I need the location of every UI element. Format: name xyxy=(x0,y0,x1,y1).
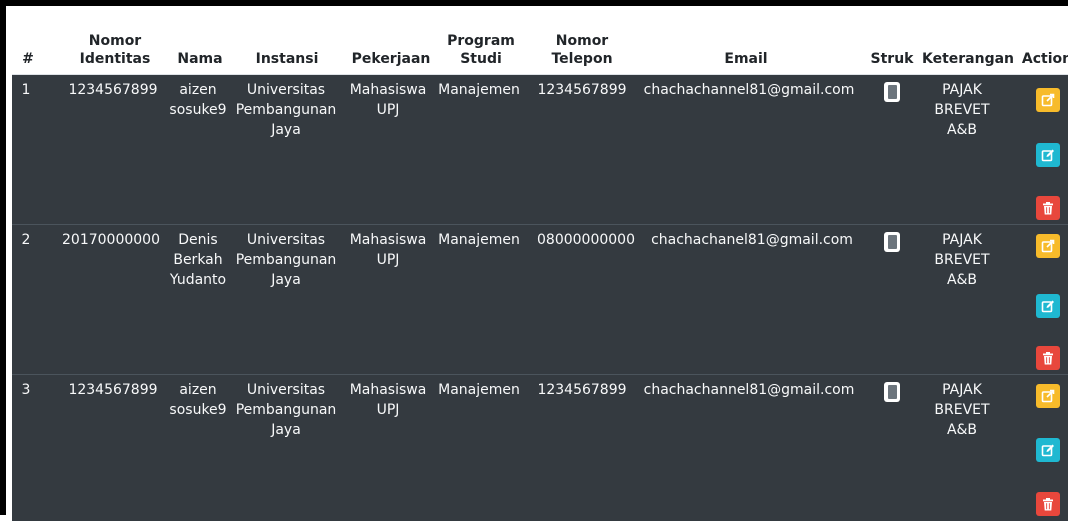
edit-button[interactable] xyxy=(1036,294,1060,318)
header-struk: Struk xyxy=(870,51,914,67)
trash-icon xyxy=(1043,351,1053,364)
cell-telepon: 1234567899 xyxy=(537,82,627,98)
cell-no: 2 xyxy=(21,232,31,248)
delete-button[interactable] xyxy=(1036,196,1060,220)
cell-prodi: Manajemen xyxy=(438,232,520,248)
cell-identitas: 20170000000 xyxy=(62,232,160,248)
cell-keterangan: PAJAK BREVET A&B xyxy=(934,232,990,288)
table-header: # Nomor Identitas Nama Instansi Pekerjaa… xyxy=(12,12,1068,75)
header-identitas: Nomor Identitas xyxy=(79,33,151,67)
edit-icon xyxy=(1041,300,1054,313)
cell-email: chachachanel81@gmail.com xyxy=(651,232,853,248)
header-instansi: Instansi xyxy=(255,51,319,67)
page-frame: # Nomor Identitas Nama Instansi Pekerjaa… xyxy=(0,0,1068,521)
edit-button[interactable] xyxy=(1036,438,1060,462)
external-edit-button[interactable] xyxy=(1036,88,1060,112)
participants-table: # Nomor Identitas Nama Instansi Pekerjaa… xyxy=(12,12,1068,521)
cell-pekerjaan: Mahasiswa UPJ xyxy=(349,232,427,268)
cell-pekerjaan: Mahasiswa UPJ xyxy=(349,382,427,418)
cell-keterangan: PAJAK BREVET A&B xyxy=(934,382,990,438)
header-keterangan: Keterangan xyxy=(921,51,1015,67)
edit-button[interactable] xyxy=(1036,143,1060,167)
external-edit-icon xyxy=(1041,239,1055,253)
cell-no: 1 xyxy=(21,82,31,98)
cell-identitas: 1234567899 xyxy=(68,382,158,398)
cell-prodi: Manajemen xyxy=(438,382,520,398)
header-telepon: Nomor Telepon xyxy=(551,33,613,67)
edit-icon xyxy=(1041,444,1054,457)
external-edit-icon xyxy=(1041,389,1055,403)
receipt-icon[interactable] xyxy=(884,82,900,102)
header-action: Action xyxy=(1021,51,1068,67)
table-row: 2 20170000000 Denis Berkah Yudanto Univers… xyxy=(12,224,1068,375)
cell-pekerjaan: Mahasiswa UPJ xyxy=(349,82,427,118)
receipt-icon[interactable] xyxy=(884,232,900,252)
edit-icon xyxy=(1041,149,1054,162)
cell-nama: Denis Berkah Yudanto xyxy=(169,232,227,288)
table-row: 3 1234567899 aizen sosuke9 Universitas Pem… xyxy=(12,374,1068,521)
external-edit-button[interactable] xyxy=(1036,234,1060,258)
cell-prodi: Manajemen xyxy=(438,82,520,98)
header-nama: Nama xyxy=(177,51,223,67)
table-row: 1 1234567899 aizen sosuke9 Universitas Pem… xyxy=(12,74,1068,225)
cell-nama: aizen sosuke9 xyxy=(169,382,227,418)
external-edit-icon xyxy=(1041,93,1055,107)
cell-nama: aizen sosuke9 xyxy=(169,82,227,118)
trash-icon xyxy=(1043,497,1053,510)
receipt-icon[interactable] xyxy=(884,382,900,402)
header-prodi: Program Studi xyxy=(447,33,515,67)
cell-instansi: Universitas Pembangunan Jaya xyxy=(235,382,337,438)
cell-telepon: 08000000000 xyxy=(537,232,635,248)
external-edit-button[interactable] xyxy=(1036,384,1060,408)
cell-instansi: Universitas Pembangunan Jaya xyxy=(235,82,337,138)
header-email: Email xyxy=(724,51,768,67)
cell-email: chachachannel81@gmail.com xyxy=(643,382,855,398)
delete-button[interactable] xyxy=(1036,492,1060,516)
cell-identitas: 1234567899 xyxy=(68,82,158,98)
cell-instansi: Universitas Pembangunan Jaya xyxy=(235,232,337,288)
cell-no: 3 xyxy=(21,382,31,398)
trash-icon xyxy=(1043,201,1053,214)
header-no: # xyxy=(22,51,34,67)
delete-button[interactable] xyxy=(1036,346,1060,370)
header-pekerjaan: Pekerjaan xyxy=(351,51,431,67)
cell-keterangan: PAJAK BREVET A&B xyxy=(934,82,990,138)
cell-telepon: 1234567899 xyxy=(537,382,627,398)
cell-email: chachachannel81@gmail.com xyxy=(643,82,855,98)
